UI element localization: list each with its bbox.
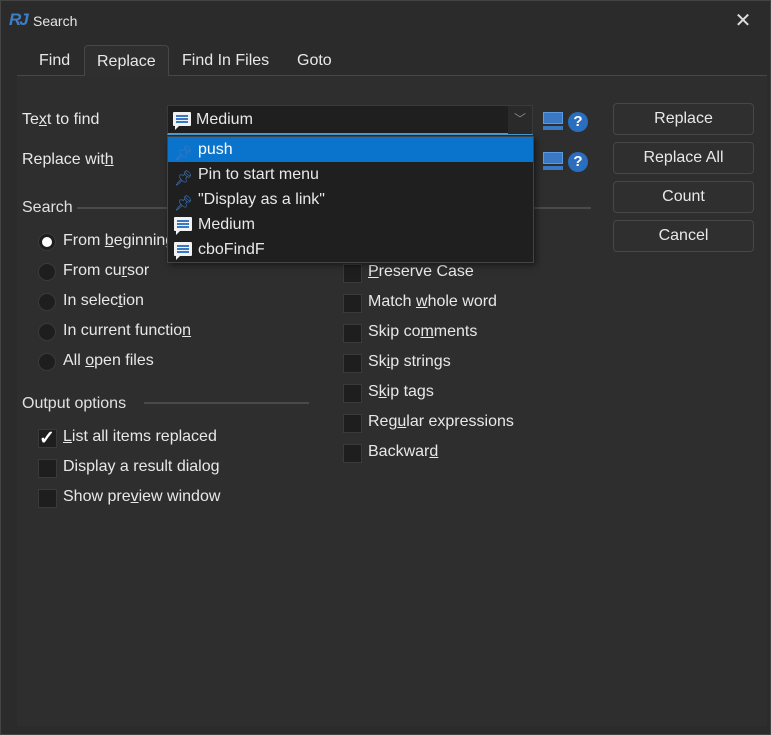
chevron-down-icon[interactable]: ﹀ (508, 106, 532, 134)
count-button[interactable]: Count (613, 181, 754, 213)
divider (144, 402, 309, 404)
option-label[interactable]: Regular expressions (368, 413, 514, 431)
checkbox[interactable] (343, 444, 362, 463)
option-label[interactable]: From cursor (63, 262, 149, 280)
output-group-title: Output options (22, 395, 127, 412)
dropdown-item[interactable]: 📌︎ "Display as a link" (168, 187, 533, 212)
text-to-find-label: Text to find (22, 111, 100, 128)
checkbox[interactable] (343, 384, 362, 403)
message-icon (173, 112, 191, 130)
find-history-dropdown: 📌︎ push 📌︎ Pin to start menu 📌︎ "Display as… (167, 136, 534, 263)
option-label[interactable]: All open files (63, 352, 154, 370)
option-label[interactable]: From beginning (63, 232, 174, 250)
message-icon (174, 242, 192, 260)
divider (534, 207, 591, 209)
window-title: Search (33, 13, 78, 29)
dropdown-item[interactable]: Medium (168, 212, 533, 237)
computer-icon[interactable] (543, 112, 563, 130)
checkbox[interactable] (343, 264, 362, 283)
radio-button[interactable] (38, 233, 56, 251)
checkbox[interactable] (343, 414, 362, 433)
search-dialog: RJ Search ✕ Find Replace Find In Files G… (0, 0, 771, 735)
checkbox[interactable] (38, 427, 57, 450)
tab-find-in-files[interactable]: Find In Files (170, 45, 281, 76)
close-icon[interactable]: ✕ (729, 7, 757, 35)
checkbox[interactable] (343, 324, 362, 343)
tab-goto[interactable]: Goto (285, 45, 344, 76)
computer-icon[interactable] (543, 152, 563, 170)
dropdown-item[interactable]: 📌︎ Pin to start menu (168, 162, 533, 187)
search-group-title: Search (22, 199, 73, 216)
text-to-find-combo[interactable]: Medium ﹀ (167, 105, 533, 135)
checkbox[interactable] (343, 354, 362, 373)
option-label[interactable]: In selection (63, 292, 144, 310)
checkbox[interactable] (38, 489, 57, 508)
radio-button[interactable] (38, 353, 56, 371)
replace-button[interactable]: Replace (613, 103, 754, 135)
option-label[interactable]: Backward (368, 443, 438, 461)
radio-button[interactable] (38, 293, 56, 311)
option-label[interactable]: In current function (63, 322, 191, 340)
tab-replace[interactable]: Replace (84, 45, 169, 77)
text-to-find-value: Medium (196, 111, 253, 128)
replace-with-label: Replace with (22, 151, 114, 168)
help-icon[interactable]: ? (568, 112, 588, 132)
dropdown-item[interactable]: 📌︎ push (168, 137, 533, 162)
dropdown-item[interactable]: cboFindF (168, 237, 533, 262)
option-label[interactable]: Show preview window (63, 488, 220, 506)
app-logo: RJ (9, 10, 29, 29)
tab-bar: Find Replace Find In Files Goto (17, 45, 767, 77)
tab-find[interactable]: Find (27, 45, 82, 76)
radio-button[interactable] (38, 323, 56, 341)
option-label[interactable]: Preserve Case (368, 263, 474, 281)
checkbox[interactable] (343, 294, 362, 313)
option-label[interactable]: List all items replaced (63, 428, 217, 446)
replace-all-button[interactable]: Replace All (613, 142, 754, 174)
option-label[interactable]: Display a result dialog (63, 458, 220, 476)
cancel-button[interactable]: Cancel (613, 220, 754, 252)
checkbox[interactable] (38, 459, 57, 478)
message-icon (174, 217, 192, 235)
help-icon[interactable]: ? (568, 152, 588, 172)
option-label[interactable]: Match whole word (368, 293, 497, 311)
option-label[interactable]: Skip strings (368, 353, 451, 371)
radio-button[interactable] (38, 263, 56, 281)
option-label[interactable]: Skip tags (368, 383, 434, 401)
option-label[interactable]: Skip comments (368, 323, 477, 341)
